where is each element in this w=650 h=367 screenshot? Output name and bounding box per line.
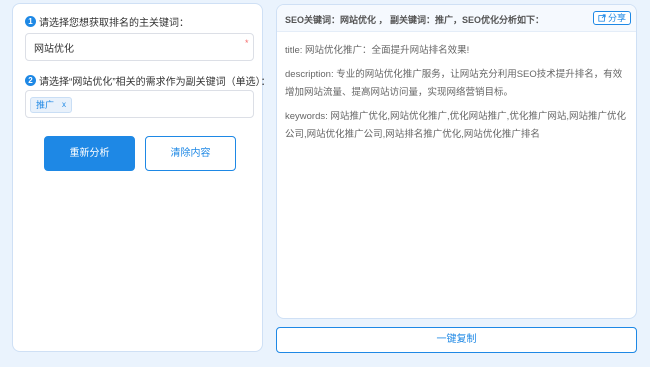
share-icon [598,14,606,22]
step2-text: 请选择“网站优化”相关的需求作为副关键词（单选）： [39,77,271,88]
share-label: 分享 [607,13,626,23]
tag-label: 推广 [36,100,55,110]
result-title: title: 网站优化推广：全面提升网站排名效果! [285,45,470,56]
seo-result-panel: SEO关键词：网站优化 ， 副关键词：推广，SEO优化分析如下： 分享 titl… [276,4,637,319]
step1-number-badge: 1 [25,16,36,27]
required-mark: * [245,38,249,48]
step2-number-badge: 2 [25,75,36,86]
result-body: title: 网站优化推广：全面提升网站排名效果! description: 专… [285,42,631,150]
tag-close-icon[interactable]: x [62,97,66,113]
step2-label: 2 请选择“网站优化”相关的需求作为副关键词（单选）： [25,73,271,88]
result-header: SEO关键词：网站优化 ， 副关键词：推广，SEO优化分析如下： 分享 [277,5,636,32]
step1-text: 请选择您想获取排名的主关键词： [39,18,189,29]
result-description: description: 专业的网站优化推广服务，让网站充分利用SEO技术提升排… [285,69,623,98]
share-button[interactable]: 分享 [592,11,631,25]
keyword-form-panel: 1 请选择您想获取排名的主关键词： * 2 请选择“网站优化”相关的需求作为副关… [12,3,271,352]
sub-keyword-tag-input[interactable]: 推广 x [25,90,254,118]
clear-button[interactable]: 清除内容 [145,136,236,171]
result-keywords: keywords: 网站推广优化,网站优化推广,优化网站推广,优化推广网站,网站… [285,111,626,140]
reanalyze-button[interactable]: 重新分析 [44,136,135,171]
main-keyword-input[interactable] [25,33,254,61]
step1-label: 1 请选择您想获取排名的主关键词： [25,14,189,29]
copy-all-button[interactable]: 一键复制 [276,327,637,353]
sub-keyword-tag: 推广 x [30,97,73,113]
result-header-text: SEO关键词：网站优化 ， 副关键词：推广，SEO优化分析如下： [285,15,545,25]
